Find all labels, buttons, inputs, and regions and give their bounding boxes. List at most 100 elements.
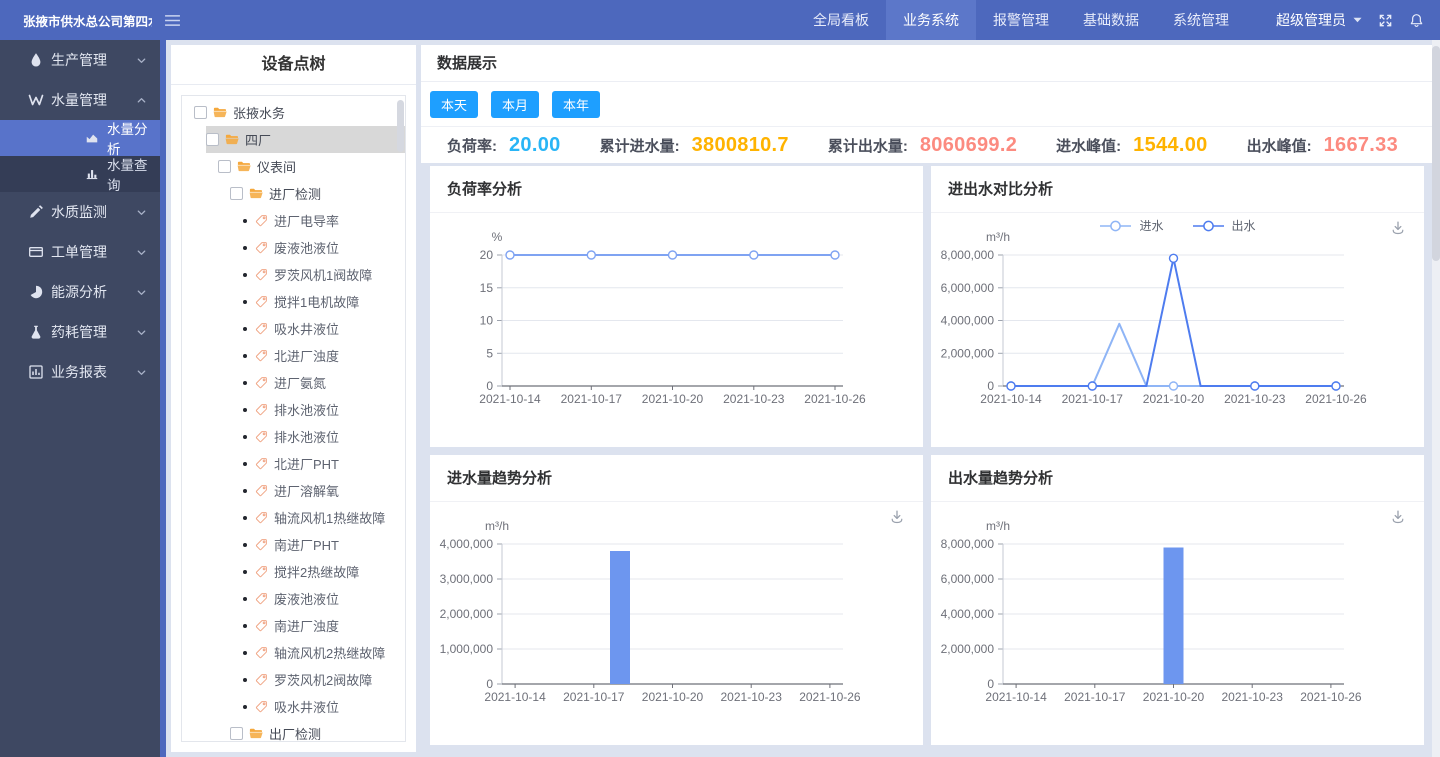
tree-checkbox[interactable] xyxy=(230,187,243,200)
tag-icon xyxy=(255,214,268,227)
tree-node-label: 吸水井液位 xyxy=(274,319,339,338)
chevron-down-icon xyxy=(136,55,147,66)
page-scrollbar[interactable] xyxy=(1432,40,1440,757)
sidebar-item[interactable]: 水质监测 xyxy=(0,192,160,232)
stat-item: 负荷率:20.00 xyxy=(447,134,561,157)
folder-icon xyxy=(248,186,264,201)
tag-icon xyxy=(255,538,268,551)
svg-text:10: 10 xyxy=(480,314,494,328)
time-range-button[interactable]: 本月 xyxy=(491,91,539,118)
tree-node[interactable]: 废液池液位 xyxy=(242,234,405,261)
tree-node[interactable]: 北进厂浊度 xyxy=(242,342,405,369)
tree-node[interactable]: 进厂电导率 xyxy=(242,207,405,234)
chemical-icon xyxy=(28,324,44,340)
tree-node-label: 四厂 xyxy=(245,130,271,149)
tree-node[interactable]: 罗茨风机1阀故障 xyxy=(242,261,405,288)
sidebar-item[interactable]: 工单管理 xyxy=(0,232,160,272)
tree-node-label: 进厂氨氮 xyxy=(274,373,326,392)
bullet-icon xyxy=(243,678,247,682)
sidebar-subitem-label: 水量分析 xyxy=(107,118,160,158)
top-nav-item[interactable]: 系统管理 xyxy=(1156,0,1246,40)
production-icon xyxy=(28,52,44,68)
legend-item[interactable]: 出水 xyxy=(1192,217,1256,234)
stat-value: 1544.00 xyxy=(1133,134,1207,157)
tree-node[interactable]: 排水池液位 xyxy=(242,423,405,450)
tree-checkbox[interactable] xyxy=(218,160,231,173)
download-icon[interactable] xyxy=(1390,509,1406,525)
tree-node[interactable]: 搅拌1电机故障 xyxy=(242,288,405,315)
tree-node[interactable]: 轴流风机2热继故障 xyxy=(242,639,405,666)
page-scrollbar-thumb[interactable] xyxy=(1432,46,1440,261)
download-icon[interactable] xyxy=(1390,220,1406,236)
stat-label: 负荷率: xyxy=(447,135,497,156)
svg-text:m³/h: m³/h xyxy=(986,519,1010,533)
download-icon[interactable] xyxy=(889,509,905,525)
svg-text:3,000,000: 3,000,000 xyxy=(440,572,494,586)
bar-chart-icon xyxy=(85,167,99,181)
bullet-icon xyxy=(243,570,247,574)
sidebar-item[interactable]: 能源分析 xyxy=(0,272,160,312)
bullet-icon xyxy=(243,300,247,304)
sidebar-item[interactable]: 水量管理 xyxy=(0,80,160,120)
top-nav-item[interactable]: 报警管理 xyxy=(976,0,1066,40)
tree-node[interactable]: 废液池液位 xyxy=(242,585,405,612)
fullscreen-icon[interactable] xyxy=(1378,13,1393,28)
tree-node[interactable]: 搅拌2热继故障 xyxy=(242,558,405,585)
tree-node-label: 进厂电导率 xyxy=(274,211,339,230)
sidebar-item-label: 业务报表 xyxy=(51,362,107,382)
stat-label: 进水峰值: xyxy=(1056,135,1121,156)
tree-node-label: 吸水井液位 xyxy=(274,697,339,716)
user-menu[interactable]: 超级管理员 xyxy=(1276,10,1362,30)
tree-scrollbar-thumb[interactable] xyxy=(397,100,404,152)
time-range-button[interactable]: 本天 xyxy=(430,91,478,118)
tree-node[interactable]: 轴流风机1热继故障 xyxy=(242,504,405,531)
tree-node-label: 北进厂浊度 xyxy=(274,346,339,365)
time-range-button[interactable]: 本年 xyxy=(552,91,600,118)
sidebar-item-label: 工单管理 xyxy=(51,242,107,262)
tag-icon xyxy=(255,295,268,308)
tree-node[interactable]: 进厂溶解氧 xyxy=(242,477,405,504)
tree-scrollbar[interactable] xyxy=(397,99,404,738)
svg-text:0: 0 xyxy=(486,379,493,393)
user-area: 超级管理员 xyxy=(1246,10,1440,30)
sidebar-submenu: 水量分析水量查询 xyxy=(0,120,160,192)
tree-node[interactable]: 南进厂PHT xyxy=(242,531,405,558)
svg-text:8,000,000: 8,000,000 xyxy=(941,248,995,262)
tree-checkbox[interactable] xyxy=(194,106,207,119)
tree-node[interactable]: 吸水井液位 xyxy=(242,693,405,720)
top-nav-item[interactable]: 基础数据 xyxy=(1066,0,1156,40)
tree-node[interactable]: 出厂检测 xyxy=(230,720,405,742)
tree-checkbox[interactable] xyxy=(206,133,219,146)
tree-node[interactable]: 北进厂PHT xyxy=(242,450,405,477)
tree-node[interactable]: 进厂检测 xyxy=(230,180,405,207)
energy-icon xyxy=(28,284,44,300)
top-nav-item[interactable]: 全局看板 xyxy=(796,0,886,40)
sidebar-item[interactable]: 业务报表 xyxy=(0,352,160,392)
bullet-icon xyxy=(243,408,247,412)
tree-node-label: 进厂检测 xyxy=(269,184,321,203)
tree-node[interactable]: 仪表间 xyxy=(218,153,405,180)
legend-item[interactable]: 进水 xyxy=(1099,217,1163,234)
tree-node[interactable]: 进厂氨氮 xyxy=(242,369,405,396)
chart-card-inflow-trend: 进水量趋势分析m³/h01,000,0002,000,0003,000,0004… xyxy=(430,455,923,745)
sidebar-subitem[interactable]: 水量分析 xyxy=(0,120,160,156)
svg-text:2021-10-26: 2021-10-26 xyxy=(804,392,866,406)
tree-node[interactable]: 张掖水务 xyxy=(194,99,405,126)
tree-node[interactable]: 南进厂浊度 xyxy=(242,612,405,639)
sidebar-item[interactable]: 药耗管理 xyxy=(0,312,160,352)
menu-collapse-icon[interactable] xyxy=(164,14,181,27)
top-nav-item[interactable]: 业务系统 xyxy=(886,0,976,40)
tree-node[interactable]: 排水池液位 xyxy=(242,396,405,423)
tree-node[interactable]: 四厂 xyxy=(206,126,405,153)
stat-item: 进水峰值: 1544.00 xyxy=(1056,134,1207,157)
bell-icon[interactable] xyxy=(1409,13,1424,28)
tree-checkbox[interactable] xyxy=(230,727,243,740)
sidebar-item-label: 水质监测 xyxy=(51,202,107,222)
tree-node[interactable]: 吸水井液位 xyxy=(242,315,405,342)
sidebar-subitem[interactable]: 水量查询 xyxy=(0,156,160,192)
sidebar-item[interactable]: 生产管理 xyxy=(0,40,160,80)
svg-text:2021-10-20: 2021-10-20 xyxy=(1143,690,1205,704)
tree-node[interactable]: 罗茨风机2阀故障 xyxy=(242,666,405,693)
tag-icon xyxy=(255,565,268,578)
svg-text:0: 0 xyxy=(987,379,994,393)
